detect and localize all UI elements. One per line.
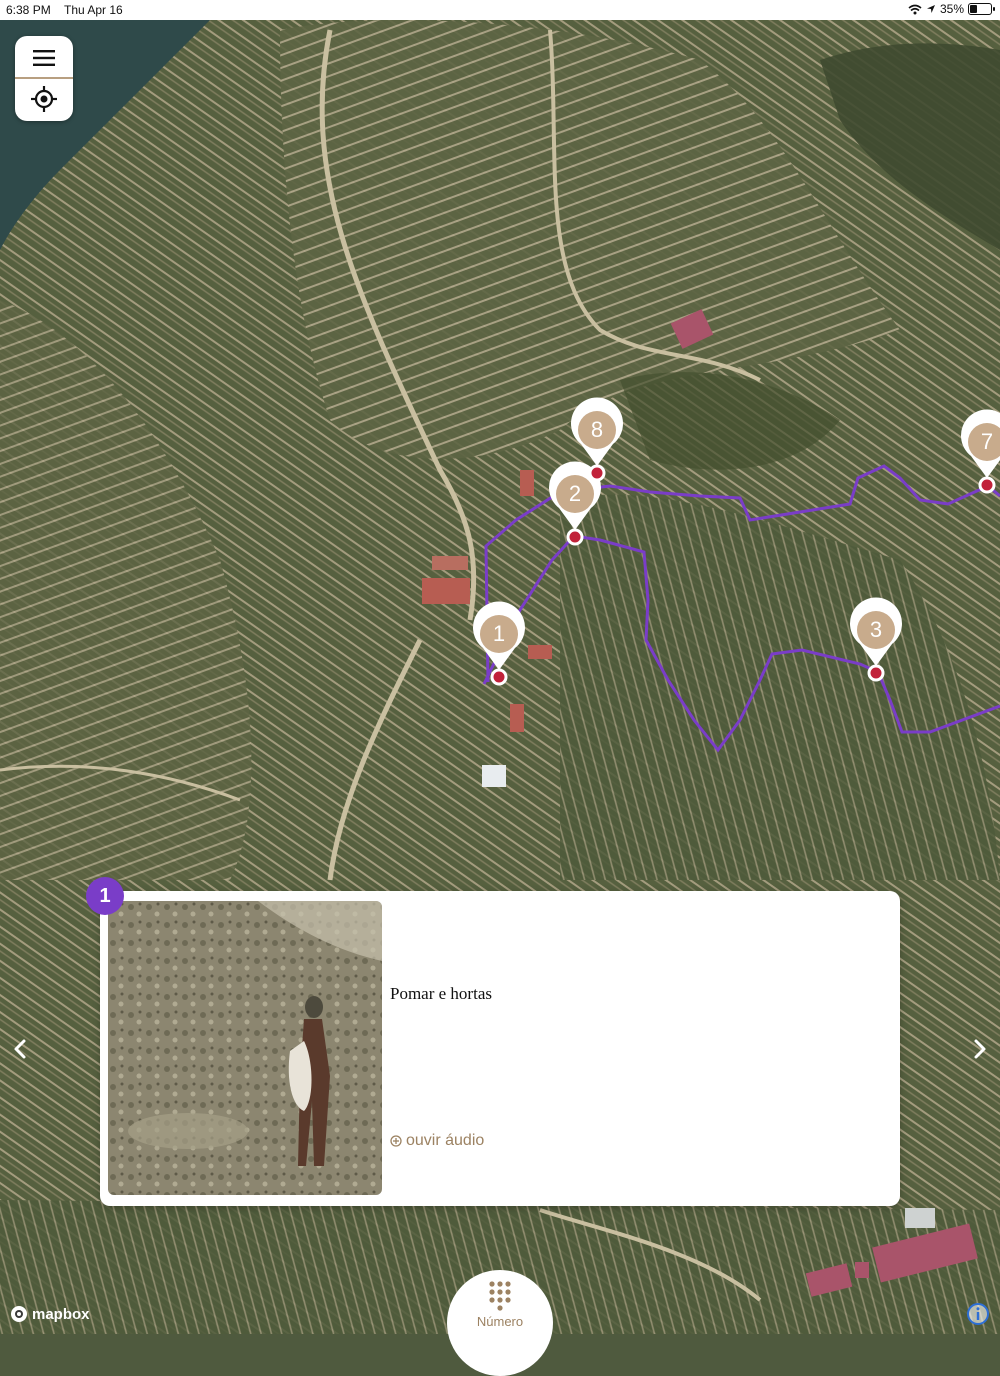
battery-percent: 35% <box>939 2 964 16</box>
stop-card[interactable]: Pomar e hortas ouvir áudio <box>100 891 900 1206</box>
status-date: Thu Apr 16 <box>64 3 123 17</box>
map-controls <box>15 36 73 121</box>
marker-dot <box>588 464 606 482</box>
marker-dot <box>978 476 996 494</box>
listen-audio-link[interactable]: ouvir áudio <box>390 1132 484 1150</box>
stop-number-badge: 1 <box>86 877 124 915</box>
marker-dot <box>566 528 584 546</box>
locate-button[interactable] <box>15 79 73 119</box>
marker-number: 2 <box>569 481 581 506</box>
marker-number: 7 <box>981 429 993 454</box>
keypad-icon <box>489 1281 511 1311</box>
wifi-icon <box>908 4 922 14</box>
listen-audio-label: ouvir áudio <box>406 1132 485 1149</box>
stop-photo <box>108 901 382 1195</box>
status-right: 35% <box>908 2 995 16</box>
menu-button[interactable] <box>15 38 73 78</box>
plus-circle-icon <box>390 1135 402 1147</box>
chevron-right-icon[interactable] <box>967 1036 993 1062</box>
battery-icon <box>968 3 995 15</box>
mapbox-logo-text: mapbox <box>32 1305 90 1323</box>
status-time: 6:38 PM <box>6 3 51 17</box>
marker-dot <box>867 664 885 682</box>
number-tab-label: Número <box>476 1314 524 1329</box>
mapbox-logo-icon <box>11 1306 27 1322</box>
marker-number: 3 <box>870 617 882 642</box>
mapbox-attribution[interactable]: mapbox <box>10 1305 90 1323</box>
marker-dot <box>490 668 508 686</box>
battery-level <box>970 5 977 13</box>
stop-title: Pomar e hortas <box>390 984 492 1003</box>
locate-icon <box>31 86 57 112</box>
chevron-left-icon[interactable] <box>7 1036 33 1062</box>
marker-number: 8 <box>591 417 603 442</box>
info-icon[interactable] <box>966 1302 990 1326</box>
number-tab-button[interactable]: Número <box>447 1270 553 1376</box>
hamburger-icon <box>33 50 55 66</box>
location-arrow-icon <box>926 5 935 13</box>
status-bar: 6:38 PM Thu Apr 16 35% <box>0 0 1000 20</box>
marker-number: 1 <box>493 621 505 646</box>
